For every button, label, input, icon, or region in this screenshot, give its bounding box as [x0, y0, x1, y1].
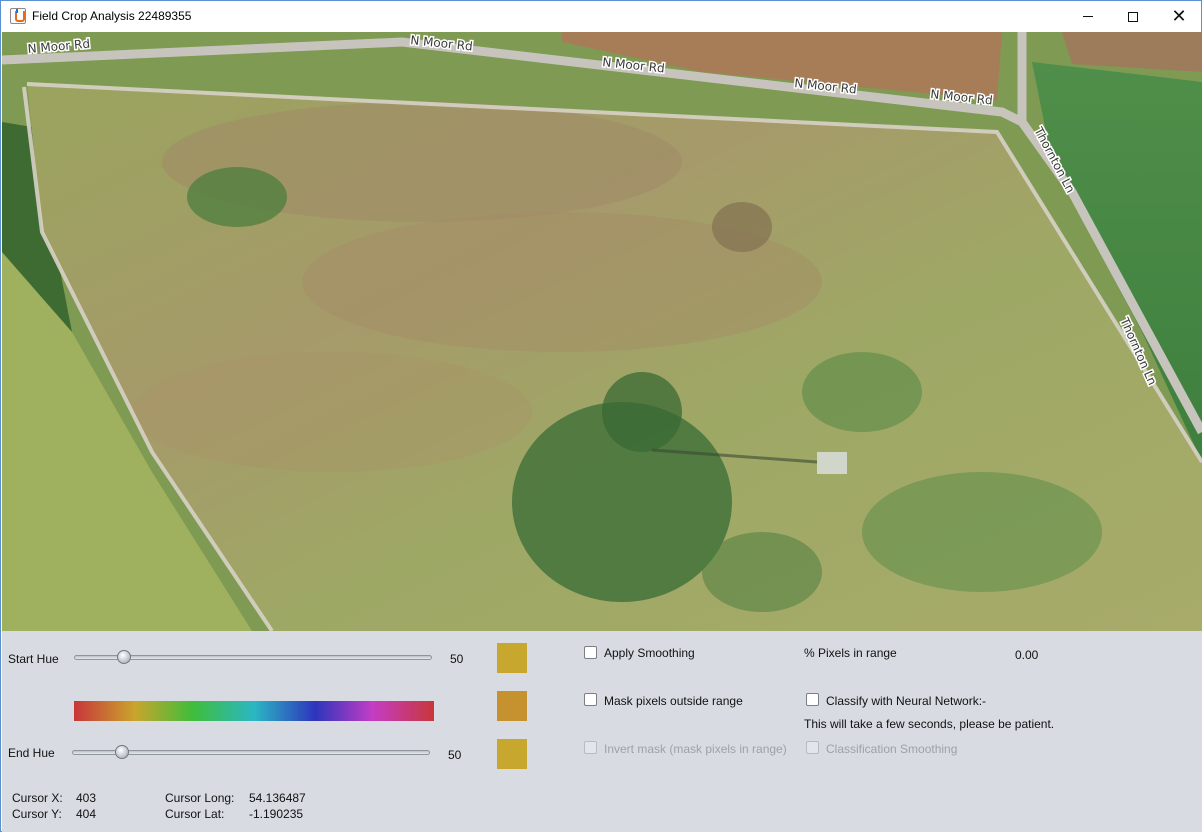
start-hue-slider[interactable]: [74, 650, 432, 666]
mid-hue-color-swatch: [497, 691, 527, 721]
invert-mask-label[interactable]: Invert mask (mask pixels in range): [604, 742, 787, 756]
app-window: Field Crop Analysis 22489355 ✕ N Moor Rd…: [0, 0, 1202, 832]
cursor-lat-label: Cursor Lat:: [165, 807, 225, 821]
mask-outside-checkbox[interactable]: [584, 693, 597, 706]
hue-spectrum-bar: [74, 701, 434, 721]
classify-nn-label[interactable]: Classify with Neural Network:-: [826, 694, 986, 708]
maximize-button[interactable]: [1110, 1, 1156, 32]
close-icon: ✕: [1171, 5, 1187, 27]
maximize-icon: [1128, 11, 1138, 22]
mask-outside-label[interactable]: Mask pixels outside range: [604, 694, 743, 708]
minimize-button[interactable]: [1065, 1, 1111, 32]
end-hue-slider[interactable]: [72, 745, 430, 761]
cursor-long-value: 54.136487: [249, 791, 306, 805]
title-bar[interactable]: Field Crop Analysis 22489355 ✕: [1, 1, 1201, 32]
start-hue-label: Start Hue: [8, 652, 59, 666]
start-hue-color-swatch: [497, 643, 527, 673]
cursor-y-label: Cursor Y:: [12, 807, 62, 821]
invert-mask-checkbox[interactable]: [584, 741, 597, 754]
aerial-field-image[interactable]: N Moor Rd N Moor Rd N Moor Rd N Moor Rd …: [2, 32, 1202, 631]
window-title: Field Crop Analysis 22489355: [32, 9, 192, 23]
minimize-icon: [1083, 16, 1093, 17]
classification-smoothing-checkbox[interactable]: [806, 741, 819, 754]
end-hue-color-swatch: [497, 739, 527, 769]
apply-smoothing-checkbox[interactable]: [584, 646, 597, 659]
pixels-in-range-value: 0.00: [1015, 648, 1039, 662]
cursor-y-value: 404: [76, 807, 97, 821]
cursor-x-label: Cursor X:: [12, 791, 63, 805]
end-hue-label: End Hue: [8, 746, 55, 760]
pylon-structure: [817, 452, 847, 474]
classify-nn-checkbox[interactable]: [806, 693, 819, 706]
nn-patience-note: This will take a few seconds, please be …: [804, 717, 1055, 731]
end-hue-value: 50: [448, 748, 462, 762]
cursor-x-value: 403: [76, 791, 97, 805]
control-panel: Start Hue 50 End Hue 50 Apply Smoothing …: [2, 631, 1202, 832]
apply-smoothing-label[interactable]: Apply Smoothing: [604, 646, 695, 660]
pixels-in-range-label: % Pixels in range: [804, 646, 897, 660]
start-hue-value: 50: [450, 652, 464, 666]
cursor-lat-value: -1.190235: [249, 807, 304, 821]
start-hue-thumb[interactable]: [116, 650, 131, 664]
close-button[interactable]: ✕: [1156, 1, 1202, 32]
cursor-long-label: Cursor Long:: [165, 791, 235, 805]
aerial-map-drawing: N Moor Rd N Moor Rd N Moor Rd N Moor Rd …: [2, 32, 1202, 631]
classification-smoothing-label[interactable]: Classification Smoothing: [826, 742, 957, 756]
java-app-icon: [10, 8, 26, 24]
end-hue-thumb[interactable]: [114, 745, 129, 759]
